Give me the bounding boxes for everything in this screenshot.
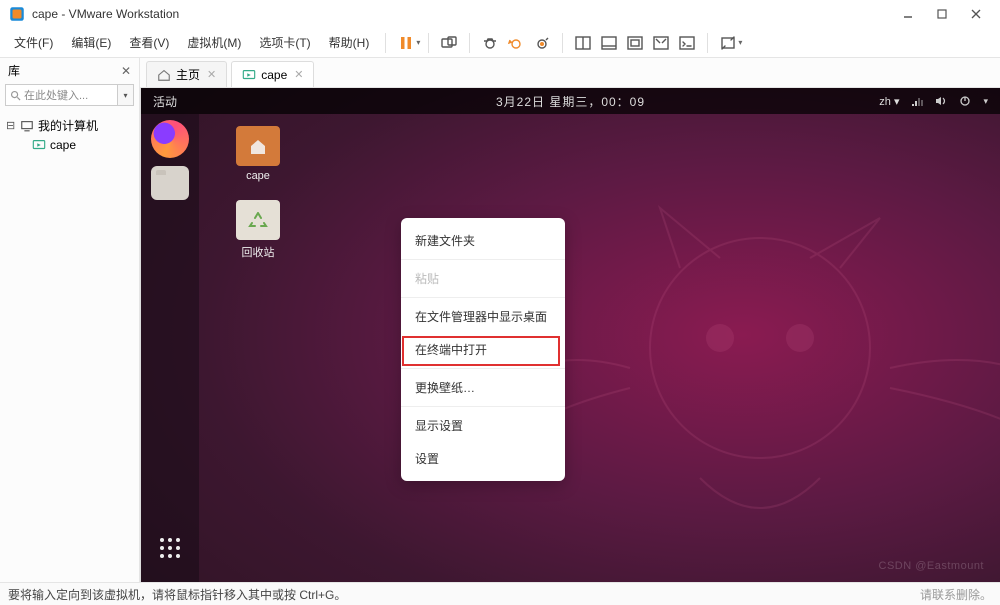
library-search-input[interactable]: 在此处键入... [5,84,118,106]
snapshot-revert-icon[interactable] [504,31,528,55]
library-tree: 我的计算机 cape [0,111,139,158]
send-ctrl-alt-del-icon[interactable] [437,31,461,55]
gnome-dock [141,114,199,582]
vm-icon [32,138,46,152]
tab-vm-label: cape [261,68,287,82]
tree-vm-label: cape [50,138,76,152]
power-icon[interactable] [959,95,971,107]
menu-tabs[interactable]: 选项卡(T) [251,30,318,55]
open-console-icon[interactable] [675,31,699,55]
tab-bar: 主页 ✕ cape ✕ [140,58,1000,88]
toolbar-separator [707,33,708,53]
ctx-new-folder[interactable]: 新建文件夹 [401,224,565,257]
tab-vm-cape[interactable]: cape ✕ [231,61,314,87]
computer-icon [20,119,34,133]
fullscreen-icon[interactable] [716,31,740,55]
tree-root-label: 我的计算机 [38,117,98,134]
dock-show-apps[interactable] [148,526,192,570]
view-unity-icon[interactable] [597,31,621,55]
menu-view[interactable]: 查看(V) [121,30,177,55]
menu-file[interactable]: 文件(F) [6,30,61,55]
dock-firefox[interactable] [151,120,189,158]
ctx-paste: 粘贴 [401,262,565,295]
library-header: 库 [8,62,121,79]
ctx-separator [401,406,565,407]
tab-home-label: 主页 [176,66,200,83]
ctx-separator [401,259,565,260]
library-search-placeholder: 在此处键入... [24,87,88,103]
volume-icon[interactable] [935,95,947,107]
menu-help[interactable]: 帮助(H) [321,30,378,55]
menu-vm[interactable]: 虚拟机(M) [179,30,249,55]
gnome-top-bar: 活动 3月22日 星期三，00：09 zh ▾ ▾ [141,88,1000,114]
home-icon [157,68,171,82]
menu-edit[interactable]: 编辑(E) [63,30,119,55]
status-hint: 要将输入定向到该虚拟机，请将鼠标指针移入其中或按 Ctrl+G。 [8,586,346,603]
watermark-text: CSDN @Eastmount [879,560,984,572]
desktop-home-label: cape [246,170,270,182]
window-titlebar: cape - VMware Workstation [0,0,1000,28]
snapshot-manager-icon[interactable] [530,31,554,55]
vmware-logo-icon [8,5,26,23]
ctx-display-settings[interactable]: 显示设置 [401,409,565,442]
toolbar-separator [385,33,386,53]
recycle-icon [247,209,269,231]
tree-root-my-computer[interactable]: 我的计算机 [4,115,135,136]
tree-vm-cape[interactable]: cape [4,136,135,154]
power-dropdown-caret[interactable]: ▾ [416,38,420,47]
tab-close-icon[interactable]: ✕ [294,68,303,81]
desktop-context-menu: 新建文件夹 粘贴 在文件管理器中显示桌面 在终端中打开 更换壁纸… 显示设置 设… [401,218,565,481]
dock-files[interactable] [151,166,189,200]
status-bar: 要将输入定向到该虚拟机，请将鼠标指针移入其中或按 Ctrl+G。 请联系删除。 [0,582,1000,605]
library-panel: 库 ✕ 在此处键入... ▾ 我的计算机 cape [0,58,140,582]
window-title: cape - VMware Workstation [32,7,179,21]
tree-expand-toggle[interactable] [6,119,16,132]
menubar: 文件(F) 编辑(E) 查看(V) 虚拟机(M) 选项卡(T) 帮助(H) ▾ … [0,28,1000,58]
status-right: 请联系删除。 [920,586,992,603]
network-icon[interactable] [911,95,923,107]
window-close-button[interactable] [960,2,992,26]
vm-icon [242,68,256,82]
home-icon [248,136,268,156]
gnome-language-indicator[interactable]: zh ▾ [879,95,899,108]
library-close-icon[interactable]: ✕ [121,64,131,78]
gnome-tray: zh ▾ ▾ [879,95,988,108]
view-console-icon[interactable] [623,31,647,55]
toolbar-separator [562,33,563,53]
tab-home[interactable]: 主页 ✕ [146,61,227,87]
snapshot-take-icon[interactable] [478,31,502,55]
pause-icon[interactable] [394,31,418,55]
window-controls [892,2,992,26]
view-single-icon[interactable] [571,31,595,55]
tab-close-icon[interactable]: ✕ [207,68,216,81]
ctx-separator [401,368,565,369]
chevron-down-icon[interactable]: ▾ [983,96,988,107]
toolbar-separator [428,33,429,53]
ctx-show-in-files[interactable]: 在文件管理器中显示桌面 [401,300,565,333]
fullscreen-dropdown-caret[interactable]: ▾ [738,38,742,47]
gnome-activities[interactable]: 活动 [153,93,177,110]
guest-display[interactable]: 活动 3月22日 星期三，00：09 zh ▾ ▾ [140,88,1000,582]
window-maximize-button[interactable] [926,2,958,26]
ctx-separator [401,297,565,298]
ctx-change-wallpaper[interactable]: 更换壁纸… [401,371,565,404]
toolbar-separator [469,33,470,53]
gnome-clock[interactable]: 3月22日 星期三，00：09 [496,93,645,110]
desktop-home-folder[interactable]: cape [225,126,291,182]
search-icon [10,90,21,101]
desktop-trash[interactable]: 回收站 [225,200,291,260]
window-minimize-button[interactable] [892,2,924,26]
ctx-open-terminal[interactable]: 在终端中打开 [401,333,565,366]
ctx-settings[interactable]: 设置 [401,442,565,475]
library-search-dropdown[interactable]: ▾ [118,84,134,106]
view-stretch-icon[interactable] [649,31,673,55]
desktop-trash-label: 回收站 [242,247,275,259]
